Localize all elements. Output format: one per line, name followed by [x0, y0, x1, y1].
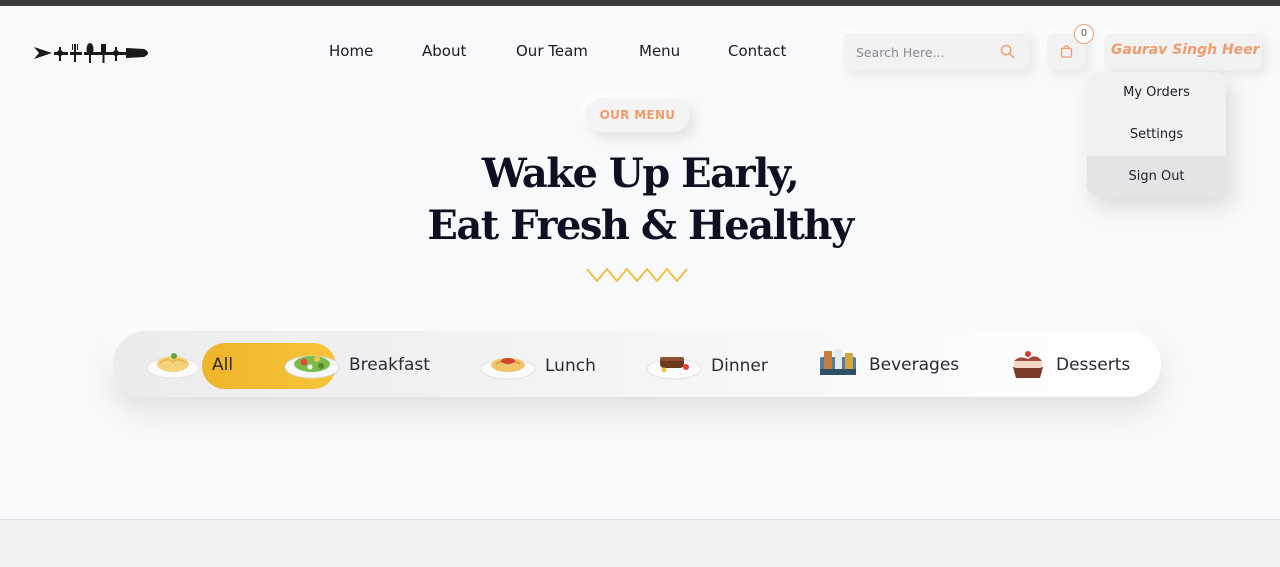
- noodles-plate-icon: [480, 358, 536, 380]
- hero-heading: Wake Up Early, Eat Fresh & Healthy: [340, 148, 940, 252]
- top-border: [0, 0, 1280, 6]
- user-menu-button[interactable]: Gaurav Singh Heer: [1104, 33, 1262, 70]
- nav-about[interactable]: About: [422, 42, 466, 60]
- category-lunch[interactable]: Lunch: [545, 356, 596, 376]
- category-beverages[interactable]: Beverages: [869, 355, 959, 375]
- salad-plate-icon: [284, 355, 340, 379]
- category-desserts[interactable]: Desserts: [1056, 355, 1130, 375]
- drinks-icon: [820, 349, 856, 375]
- category-all[interactable]: All: [212, 355, 233, 375]
- search-icon[interactable]: [1000, 44, 1015, 59]
- nav-home[interactable]: Home: [329, 42, 373, 60]
- nav-our-team[interactable]: Our Team: [516, 42, 588, 60]
- hero-heading-line-2: Eat Fresh & Healthy: [427, 202, 854, 249]
- menu-item-sign-out[interactable]: Sign Out: [1087, 156, 1226, 197]
- shopping-bag-icon: [1060, 45, 1073, 58]
- pasta-plate-icon: [146, 353, 200, 379]
- search-box: [843, 33, 1029, 70]
- zigzag-divider: [586, 267, 688, 283]
- menu-item-settings[interactable]: Settings: [1087, 114, 1226, 155]
- user-dropdown: My Orders Settings Sign Out: [1087, 72, 1226, 197]
- cake-icon: [1013, 351, 1043, 378]
- hero-heading-line-1: Wake Up Early,: [481, 150, 800, 197]
- category-dinner[interactable]: Dinner: [711, 356, 768, 376]
- logo[interactable]: [34, 38, 152, 68]
- search-input[interactable]: [856, 42, 996, 62]
- next-section-edge: [0, 519, 1280, 567]
- section-tag: OUR MENU: [585, 98, 690, 132]
- nav-menu[interactable]: Menu: [639, 42, 680, 60]
- steak-plate-icon: [646, 357, 702, 380]
- category-breakfast[interactable]: Breakfast: [349, 355, 430, 375]
- menu-item-my-orders[interactable]: My Orders: [1087, 72, 1226, 113]
- nav-contact[interactable]: Contact: [728, 42, 786, 60]
- user-name: Gaurav Singh Heer: [1111, 42, 1260, 58]
- cart-count-badge: 0: [1074, 24, 1094, 44]
